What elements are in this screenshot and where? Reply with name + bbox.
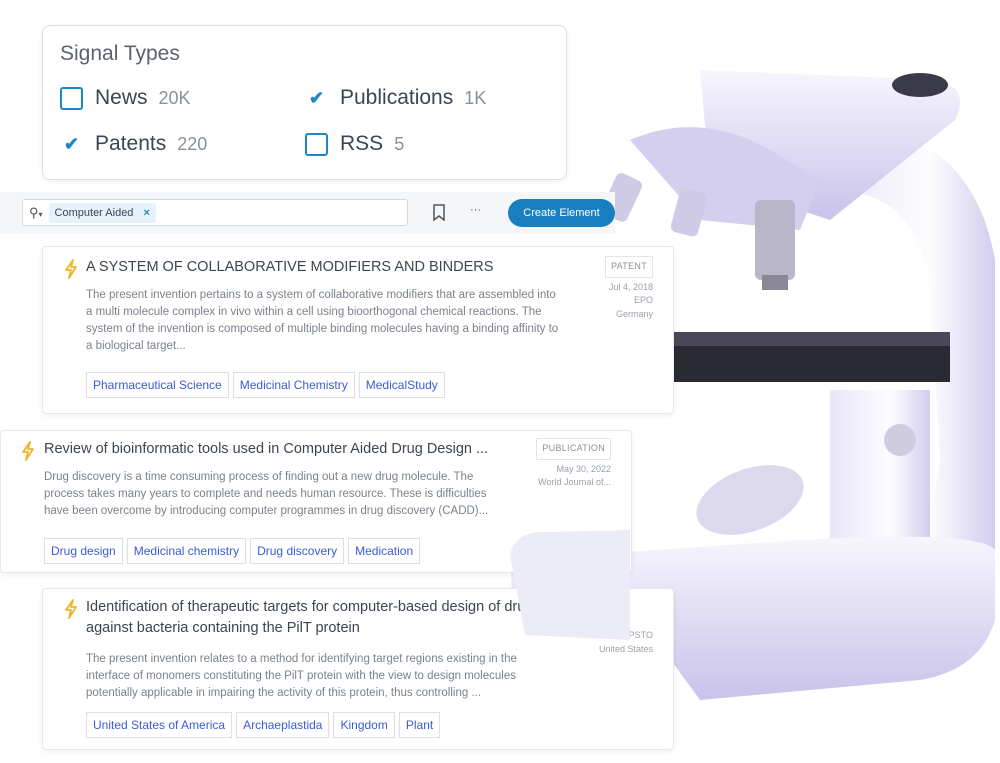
- lightning-icon: [65, 599, 77, 619]
- source: EPO: [633, 295, 653, 305]
- checkmark-icon[interactable]: ✔: [305, 87, 328, 110]
- search-input[interactable]: ⚲▾ Computer Aided ×: [22, 199, 408, 226]
- result-snippet: The present invention pertains to a syst…: [86, 289, 559, 352]
- tag[interactable]: MedicalStudy: [358, 372, 445, 398]
- tag[interactable]: Medicinal chemistry: [126, 538, 247, 564]
- checkbox-publications[interactable]: ✔ Publications 1K: [305, 86, 486, 110]
- close-icon[interactable]: ×: [143, 207, 149, 219]
- lightning-icon: [22, 441, 34, 461]
- result-meta: PATENT Jul 4, 2018 EPO Germany: [605, 256, 653, 321]
- create-element-button[interactable]: Create Element: [508, 199, 615, 227]
- tag[interactable]: Kingdom: [333, 712, 395, 738]
- tag[interactable]: Archaeplastida: [236, 712, 330, 738]
- type-badge: PUBLICATION: [536, 438, 611, 460]
- option-count: 20K: [158, 87, 191, 108]
- search-toolbar: ⚲▾ Computer Aided × ··· Create Element: [0, 192, 615, 234]
- search-chip[interactable]: Computer Aided ×: [48, 202, 156, 223]
- option-count: 1K: [464, 87, 487, 108]
- tag[interactable]: Pharmaceutical Science: [86, 372, 229, 398]
- result-snippet: The present invention relates to a metho…: [86, 653, 517, 699]
- search-icon[interactable]: ⚲▾: [29, 205, 43, 221]
- signal-types-panel: Signal Types News 20K ✔ Publications 1K ✔ Pa…: [42, 25, 567, 180]
- option-count: 220: [177, 133, 208, 154]
- tag[interactable]: United States of America: [86, 712, 233, 738]
- tag[interactable]: Drug discovery: [250, 538, 345, 564]
- tag[interactable]: Medication: [348, 538, 421, 564]
- tag[interactable]: Medicinal Chemistry: [232, 372, 355, 398]
- option-label: Patents: [95, 132, 167, 155]
- option-label: News: [95, 86, 148, 109]
- chip-label: Computer Aided: [54, 206, 134, 219]
- bookmark-icon[interactable]: [432, 204, 446, 221]
- date: May 30, 2022: [556, 463, 611, 474]
- checkbox-patents[interactable]: ✔ Patents 220: [60, 132, 207, 156]
- more-options-button[interactable]: ···: [470, 204, 481, 216]
- tag-list: Pharmaceutical Science Medicinal Chemist…: [86, 372, 445, 398]
- microscope-base-overlay: [510, 530, 630, 640]
- option-count: 5: [394, 133, 405, 154]
- tag-list: Drug design Medicinal chemistry Drug dis…: [44, 538, 421, 564]
- checkbox-news[interactable]: News 20K: [60, 86, 191, 110]
- result-meta: PUBLICATION May 30, 2022 World Journal o…: [536, 438, 611, 490]
- result-title[interactable]: Identification of therapeutic targets fo…: [86, 597, 566, 639]
- lightning-icon: [65, 259, 77, 279]
- tag[interactable]: Plant: [398, 712, 441, 738]
- checkbox-unchecked-icon[interactable]: [305, 132, 328, 156]
- option-label: RSS: [340, 132, 384, 155]
- date: Jul 4, 2018: [608, 281, 653, 292]
- result-snippet: Drug discovery is a time consuming proce…: [44, 471, 489, 517]
- result-title[interactable]: A SYSTEM OF COLLABORATIVE MODIFIERS AND …: [86, 257, 566, 278]
- tag[interactable]: Drug design: [44, 538, 123, 564]
- result-title[interactable]: Review of bioinformatic tools used in Co…: [44, 439, 524, 460]
- checkmark-icon[interactable]: ✔: [60, 133, 83, 156]
- country: Germany: [615, 308, 653, 319]
- type-badge: PATENT: [605, 256, 653, 278]
- signal-types-title: Signal Types: [60, 42, 180, 65]
- checkbox-rss[interactable]: RSS 5: [305, 132, 404, 156]
- result-card[interactable]: A SYSTEM OF COLLABORATIVE MODIFIERS AND …: [42, 246, 674, 414]
- option-label: Publications: [340, 86, 454, 109]
- checkbox-unchecked-icon[interactable]: [60, 86, 83, 110]
- source: World Journal of...: [538, 477, 611, 487]
- tag-list: United States of America Archaeplastida …: [86, 712, 441, 738]
